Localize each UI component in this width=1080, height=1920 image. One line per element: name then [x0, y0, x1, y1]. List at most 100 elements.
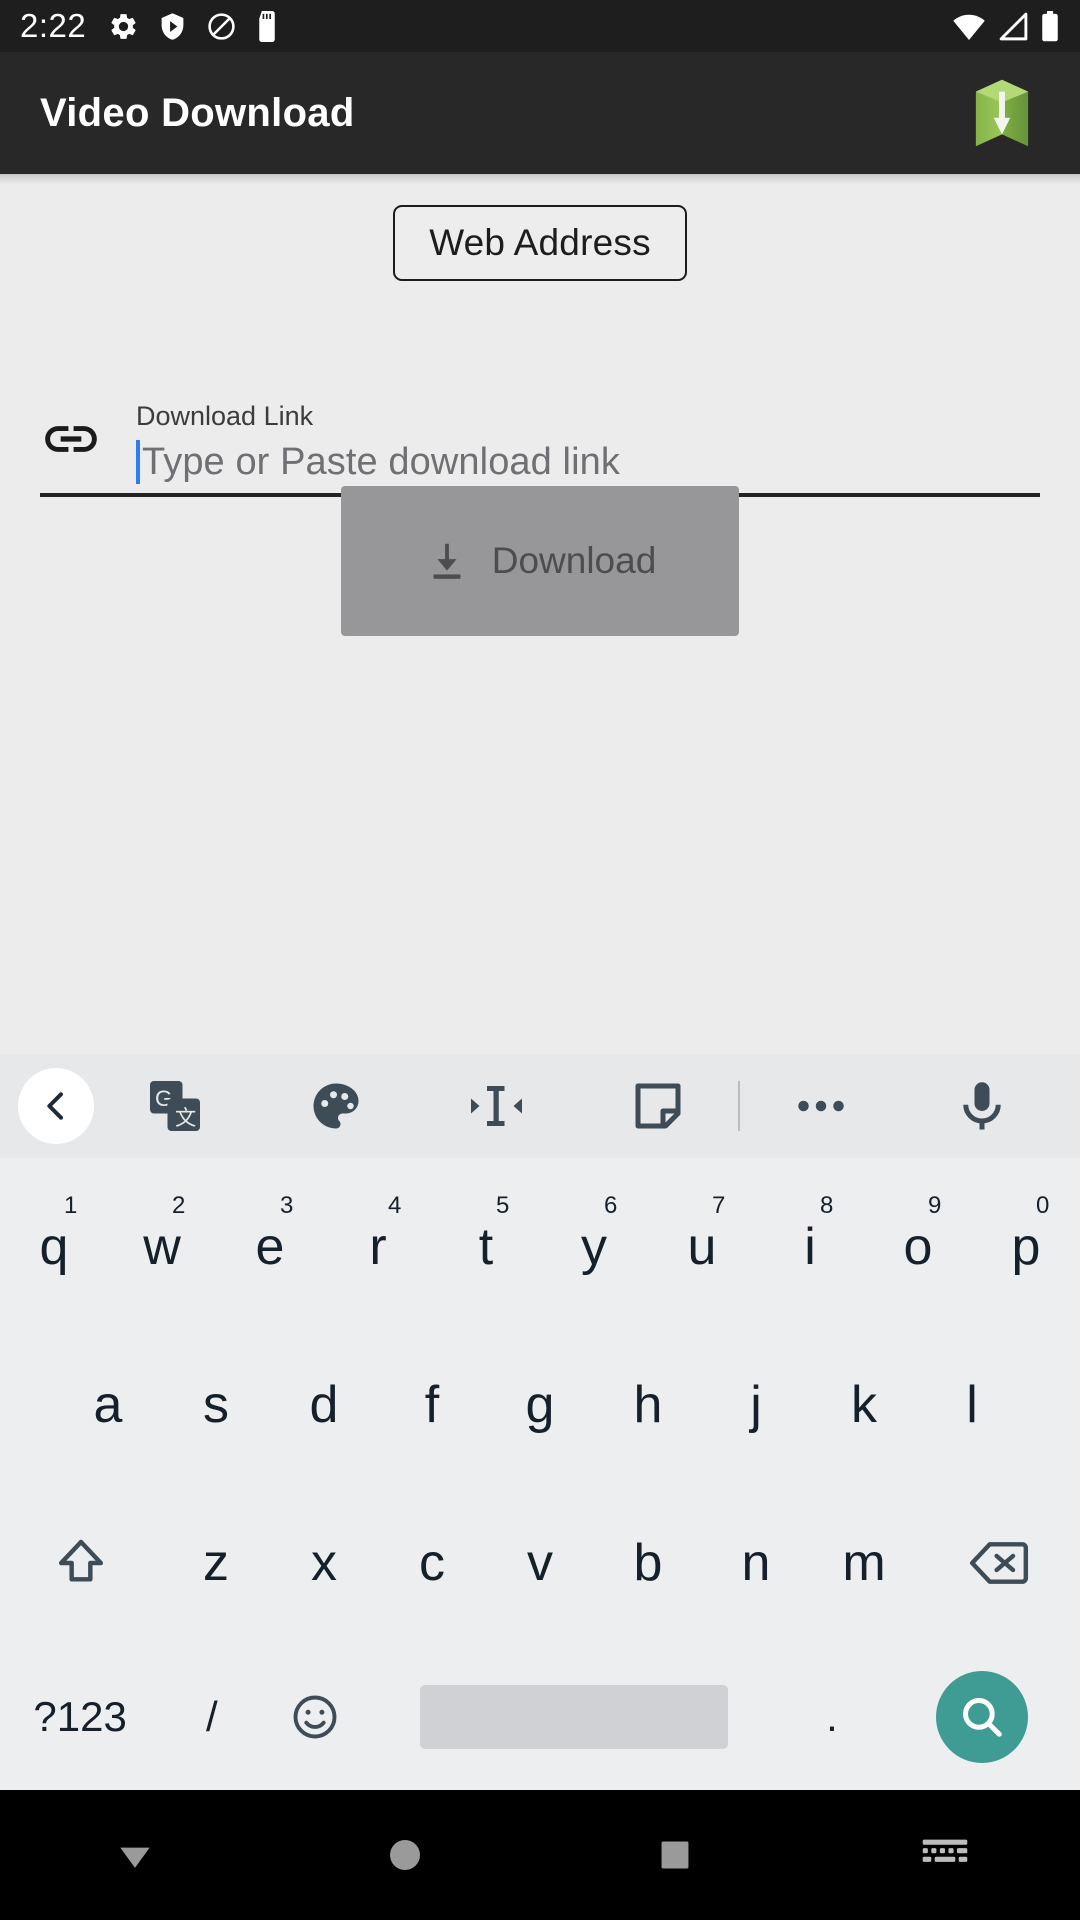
page-title: Video Download	[40, 90, 355, 135]
download-arrow-icon	[433, 543, 461, 579]
link-chain-icon	[45, 426, 97, 453]
key-u-letter: u	[687, 1218, 717, 1276]
key-w-number: 2	[172, 1192, 186, 1219]
download-link-field[interactable]: Download Link Type or Paste download lin…	[40, 400, 1040, 498]
text-edit-cursor-icon[interactable]	[467, 1076, 527, 1136]
more-options-icon[interactable]	[791, 1076, 851, 1136]
palette-theme-icon[interactable]	[306, 1076, 366, 1136]
key-p-letter: p	[1011, 1218, 1041, 1276]
key-f[interactable]: f	[378, 1326, 486, 1484]
green-box-download-logo[interactable]	[964, 75, 1040, 151]
key-l[interactable]: l	[918, 1326, 1026, 1484]
key-a[interactable]: a	[54, 1326, 162, 1484]
key-w[interactable]: 2 w	[108, 1168, 216, 1326]
key-g[interactable]: g	[486, 1326, 594, 1484]
download-link-label: Download Link	[136, 401, 314, 431]
download-link-input[interactable]: Type or Paste download link	[142, 441, 620, 484]
key-backspace[interactable]	[918, 1484, 1080, 1642]
key-m[interactable]: m	[810, 1484, 918, 1642]
sd-card-icon	[259, 10, 275, 42]
key-p-number: 0	[1036, 1192, 1050, 1219]
nav-back-button[interactable]	[0, 1833, 270, 1877]
key-b[interactable]: b	[594, 1484, 702, 1642]
system-navigation-bar	[0, 1790, 1080, 1920]
microphone-icon[interactable]	[952, 1076, 1012, 1136]
key-i-number: 8	[820, 1192, 834, 1219]
key-t-number: 5	[496, 1192, 510, 1219]
key-symbols[interactable]: ?123	[0, 1642, 160, 1792]
key-shift[interactable]	[0, 1484, 162, 1642]
key-u[interactable]: 7 u	[648, 1168, 756, 1326]
key-r[interactable]: 4 r	[324, 1168, 432, 1326]
cellular-signal-icon	[999, 12, 1028, 40]
palette-theme-slot[interactable]	[255, 1076, 416, 1136]
download-button[interactable]: Download	[341, 486, 739, 636]
key-c[interactable]: c	[378, 1484, 486, 1642]
key-m-letter: m	[842, 1534, 886, 1592]
download-link-texts: Download Link Type or Paste download lin…	[136, 400, 1040, 485]
key-q-number: 1	[64, 1192, 78, 1219]
key-t-letter: t	[478, 1218, 494, 1276]
key-k[interactable]: k	[810, 1326, 918, 1484]
key-o[interactable]: 9 o	[864, 1168, 972, 1326]
keyboard-toolbar: G 文	[0, 1054, 1080, 1158]
key-search[interactable]	[884, 1642, 1080, 1792]
key-t[interactable]: 5 t	[432, 1168, 540, 1326]
backspace-icon	[969, 1542, 1029, 1584]
key-o-letter: o	[903, 1218, 933, 1276]
search-magnifier-icon	[962, 1698, 1002, 1737]
back-chevron-icon[interactable]	[18, 1068, 94, 1144]
web-address-button[interactable]: Web Address	[393, 205, 687, 281]
key-period-label: .	[826, 1693, 838, 1740]
key-z[interactable]: z	[162, 1484, 270, 1642]
nav-home-button[interactable]	[270, 1835, 540, 1875]
key-slash-label: /	[206, 1693, 218, 1740]
key-e[interactable]: 3 e	[216, 1168, 324, 1326]
key-i[interactable]: 8 i	[756, 1168, 864, 1326]
keyboard-dismiss-icon	[922, 1839, 968, 1862]
key-x[interactable]: x	[270, 1484, 378, 1642]
key-q[interactable]: 1 q	[0, 1168, 108, 1326]
key-o-number: 9	[928, 1192, 942, 1219]
text-edit-cursor-slot[interactable]	[416, 1076, 577, 1136]
key-j[interactable]: j	[702, 1326, 810, 1484]
key-space[interactable]	[367, 1642, 780, 1792]
status-notification-icons	[108, 10, 278, 42]
key-v[interactable]: v	[486, 1484, 594, 1642]
key-n-letter: n	[741, 1534, 771, 1592]
spacebar[interactable]	[419, 1685, 728, 1749]
key-slash[interactable]: /	[160, 1642, 263, 1792]
key-y-number: 6	[604, 1192, 618, 1219]
more-options-slot[interactable]	[740, 1076, 901, 1136]
nav-recents-button[interactable]	[540, 1836, 810, 1874]
download-button-label: Download	[491, 540, 657, 581]
microphone-slot[interactable]	[901, 1076, 1062, 1136]
key-l-letter: l	[966, 1376, 978, 1434]
key-d[interactable]: d	[270, 1326, 378, 1484]
key-n[interactable]: n	[702, 1484, 810, 1642]
google-translate-slot[interactable]: G 文	[94, 1076, 255, 1136]
key-x-letter: x	[311, 1534, 337, 1592]
key-s[interactable]: s	[162, 1326, 270, 1484]
key-i-letter: i	[804, 1218, 816, 1276]
keyboard-row-3: z x c v b n m	[0, 1484, 1080, 1642]
battery-icon	[1042, 10, 1058, 41]
status-system-icons	[951, 10, 1060, 42]
key-k-letter: k	[851, 1376, 877, 1434]
key-symbols-label: ?123	[33, 1693, 127, 1740]
key-h[interactable]: h	[594, 1326, 702, 1484]
download-link-value-row[interactable]: Type or Paste download link	[136, 440, 1040, 485]
key-p[interactable]: 0 p	[972, 1168, 1080, 1326]
key-r-letter: r	[369, 1218, 387, 1276]
nav-dismiss-keyboard-button[interactable]	[810, 1836, 1080, 1874]
key-y[interactable]: 6 y	[540, 1168, 648, 1326]
search-key-circle[interactable]	[935, 1671, 1028, 1763]
emoji-smiley-icon	[293, 1695, 337, 1739]
key-period[interactable]: .	[780, 1642, 883, 1792]
google-translate-icon[interactable]: G 文	[145, 1076, 205, 1136]
key-z-letter: z	[203, 1534, 229, 1592]
key-emoji[interactable]	[264, 1642, 367, 1792]
handwriting-sticker-slot[interactable]	[577, 1076, 738, 1136]
main-content: Web Address Download Link Type or Paste …	[0, 174, 1080, 1054]
handwriting-sticker-icon[interactable]	[628, 1076, 688, 1136]
